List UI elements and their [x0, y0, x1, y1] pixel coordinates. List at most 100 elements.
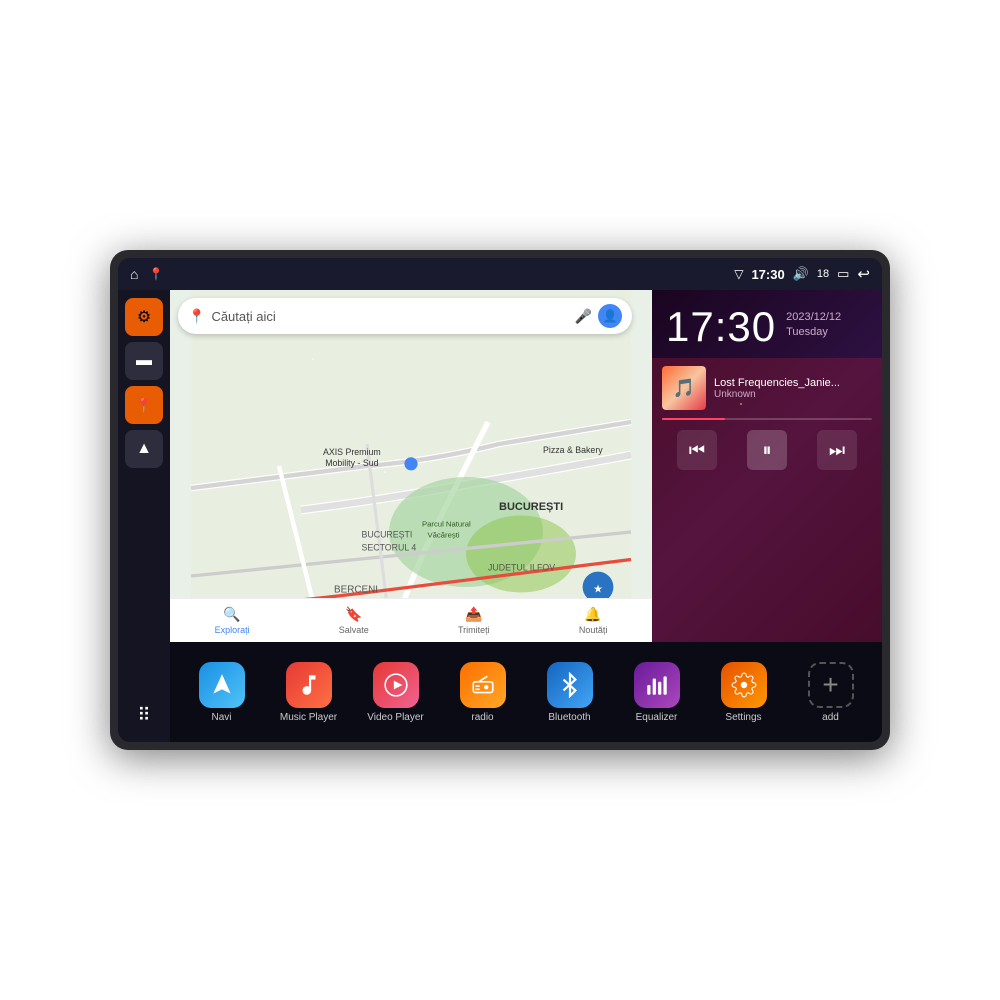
- album-art: 🎵: [662, 366, 706, 410]
- svg-text:Mobility - Sud: Mobility - Sud: [325, 458, 378, 468]
- map-tab-send[interactable]: 📤 Trimiteți: [458, 606, 490, 635]
- battery-level: 18: [817, 268, 829, 280]
- music-progress-bar[interactable]: [662, 418, 872, 420]
- add-label: add: [822, 712, 839, 723]
- clock-time: 17:30: [666, 306, 776, 348]
- sidebar-folder-button[interactable]: ▬: [125, 342, 163, 380]
- svg-text:AXIS Premium: AXIS Premium: [323, 447, 381, 457]
- map-bottom-bar: 🔍 Explorați 🔖 Salvate 📤 Trimiteți: [170, 598, 652, 642]
- music-progress-fill: [662, 418, 725, 420]
- main-content: ⚙ ▬ 📍 ▲ ⠿: [118, 290, 882, 742]
- next-button[interactable]: ⏭: [817, 430, 857, 470]
- album-art-image: 🎵: [662, 366, 706, 410]
- video-player-icon: [373, 662, 419, 708]
- radio-label: radio: [471, 712, 493, 723]
- map-tab-news[interactable]: 🔔 Noutăți: [579, 606, 608, 635]
- folder-icon: ▬: [136, 352, 152, 370]
- sidebar-grid-button[interactable]: ⠿: [125, 696, 163, 734]
- svg-text:Parcul Natural: Parcul Natural: [422, 520, 471, 529]
- status-bar: ⌂ 📍 ▽ 17:30 🔊 18 ▭ ↩: [118, 258, 882, 290]
- app-settings[interactable]: Settings: [714, 662, 774, 723]
- svg-text:JUDEȚUL ILFOV: JUDEȚUL ILFOV: [488, 563, 555, 573]
- music-info: 🎵 Lost Frequencies_Janie... Unknown: [662, 366, 872, 410]
- google-maps-pin-icon: 📍: [188, 308, 205, 325]
- music-controls: ⏮ ⏸ ⏭: [662, 430, 872, 470]
- settings-label: Settings: [725, 712, 761, 723]
- news-icon: 🔔: [584, 606, 601, 623]
- map-tab-explore[interactable]: 🔍 Explorați: [215, 606, 250, 635]
- music-artist: Unknown: [714, 389, 872, 400]
- radio-icon: [460, 662, 506, 708]
- music-details: Lost Frequencies_Janie... Unknown: [714, 377, 872, 400]
- map-tab-send-label: Trimiteți: [458, 625, 490, 635]
- music-player-icon: [286, 662, 332, 708]
- map-tab-explore-label: Explorați: [215, 625, 250, 635]
- map-search-text: Căutați aici: [211, 309, 568, 324]
- map-tab-saved-label: Salvate: [339, 625, 369, 635]
- status-right: ▽ 17:30 🔊 18 ▭ ↩: [734, 265, 870, 283]
- send-icon: 📤: [465, 606, 482, 623]
- clock-day-text: Tuesday: [786, 325, 841, 340]
- equalizer-label: Equalizer: [636, 712, 678, 723]
- microphone-icon[interactable]: 🎤: [575, 308, 592, 325]
- music-section: 🎵 Lost Frequencies_Janie... Unknown: [652, 358, 882, 642]
- svg-text:SECTORUL 4: SECTORUL 4: [362, 543, 417, 553]
- bluetooth-icon: [547, 662, 593, 708]
- sidebar-nav-button[interactable]: ▲: [125, 430, 163, 468]
- home-icon[interactable]: ⌂: [130, 266, 138, 282]
- app-video-player[interactable]: Video Player: [366, 662, 426, 723]
- top-section: BERCENI BUCUREȘTI JUDEȚUL ILFOV BUCUREȘT…: [170, 290, 882, 642]
- app-add[interactable]: + add: [801, 662, 861, 723]
- settings-icon: [721, 662, 767, 708]
- equalizer-icon: [634, 662, 680, 708]
- center-area: BERCENI BUCUREȘTI JUDEȚUL ILFOV BUCUREȘT…: [170, 290, 882, 742]
- clock-date-text: 2023/12/12: [786, 310, 841, 325]
- car-head-unit: ⌂ 📍 ▽ 17:30 🔊 18 ▭ ↩ ⚙ ▬: [110, 250, 890, 750]
- map-svg: BERCENI BUCUREȘTI JUDEȚUL ILFOV BUCUREȘT…: [170, 290, 652, 642]
- status-time: 17:30: [751, 267, 784, 282]
- app-radio[interactable]: radio: [453, 662, 513, 723]
- device-screen: ⌂ 📍 ▽ 17:30 🔊 18 ▭ ↩ ⚙ ▬: [118, 258, 882, 742]
- map-pin-icon: 📍: [135, 397, 152, 414]
- app-navi[interactable]: Navi: [192, 662, 252, 723]
- map-container[interactable]: BERCENI BUCUREȘTI JUDEȚUL ILFOV BUCUREȘT…: [170, 290, 652, 642]
- app-grid: Navi Music Player Video Player: [170, 642, 882, 742]
- map-tab-saved[interactable]: 🔖 Salvate: [339, 606, 369, 635]
- add-icon: +: [808, 662, 854, 708]
- sidebar: ⚙ ▬ 📍 ▲ ⠿: [118, 290, 170, 742]
- wifi-icon: ▽: [734, 267, 743, 281]
- music-title: Lost Frequencies_Janie...: [714, 377, 872, 389]
- status-left: ⌂ 📍: [130, 266, 163, 282]
- battery-icon: ▭: [837, 266, 849, 282]
- svg-text:Văcărești: Văcărești: [427, 531, 459, 540]
- video-player-label: Video Player: [367, 712, 424, 723]
- user-avatar[interactable]: 👤: [598, 304, 622, 328]
- navi-icon: [199, 662, 245, 708]
- app-music-player[interactable]: Music Player: [279, 662, 339, 723]
- app-bluetooth[interactable]: Bluetooth: [540, 662, 600, 723]
- navigation-icon: ▲: [136, 440, 152, 458]
- clock-section: 17:30 2023/12/12 Tuesday: [652, 290, 882, 358]
- bluetooth-label: Bluetooth: [548, 712, 590, 723]
- clock-date: 2023/12/12 Tuesday: [786, 310, 841, 341]
- grid-icon: ⠿: [137, 705, 150, 726]
- svg-text:★: ★: [593, 584, 603, 596]
- back-icon[interactable]: ↩: [857, 265, 870, 283]
- pause-button[interactable]: ⏸: [747, 430, 787, 470]
- sidebar-settings-button[interactable]: ⚙: [125, 298, 163, 336]
- volume-icon: 🔊: [793, 266, 809, 282]
- prev-button[interactable]: ⏮: [677, 430, 717, 470]
- svg-text:BERCENI: BERCENI: [334, 585, 378, 596]
- map-search-bar[interactable]: 📍 Căutați aici 🎤 👤: [178, 298, 632, 334]
- map-tab-news-label: Noutăți: [579, 625, 608, 635]
- right-panel: 17:30 2023/12/12 Tuesday 🎵: [652, 290, 882, 642]
- svg-text:BUCUREȘTI: BUCUREȘTI: [499, 501, 563, 513]
- gear-icon: ⚙: [137, 307, 151, 327]
- app-equalizer[interactable]: Equalizer: [627, 662, 687, 723]
- explore-icon: 🔍: [223, 606, 240, 623]
- saved-icon: 🔖: [345, 606, 362, 623]
- maps-icon[interactable]: 📍: [148, 267, 163, 281]
- svg-text:BUCUREȘTI: BUCUREȘTI: [362, 530, 413, 540]
- sidebar-map-button[interactable]: 📍: [125, 386, 163, 424]
- svg-text:Pizza & Bakery: Pizza & Bakery: [543, 445, 603, 455]
